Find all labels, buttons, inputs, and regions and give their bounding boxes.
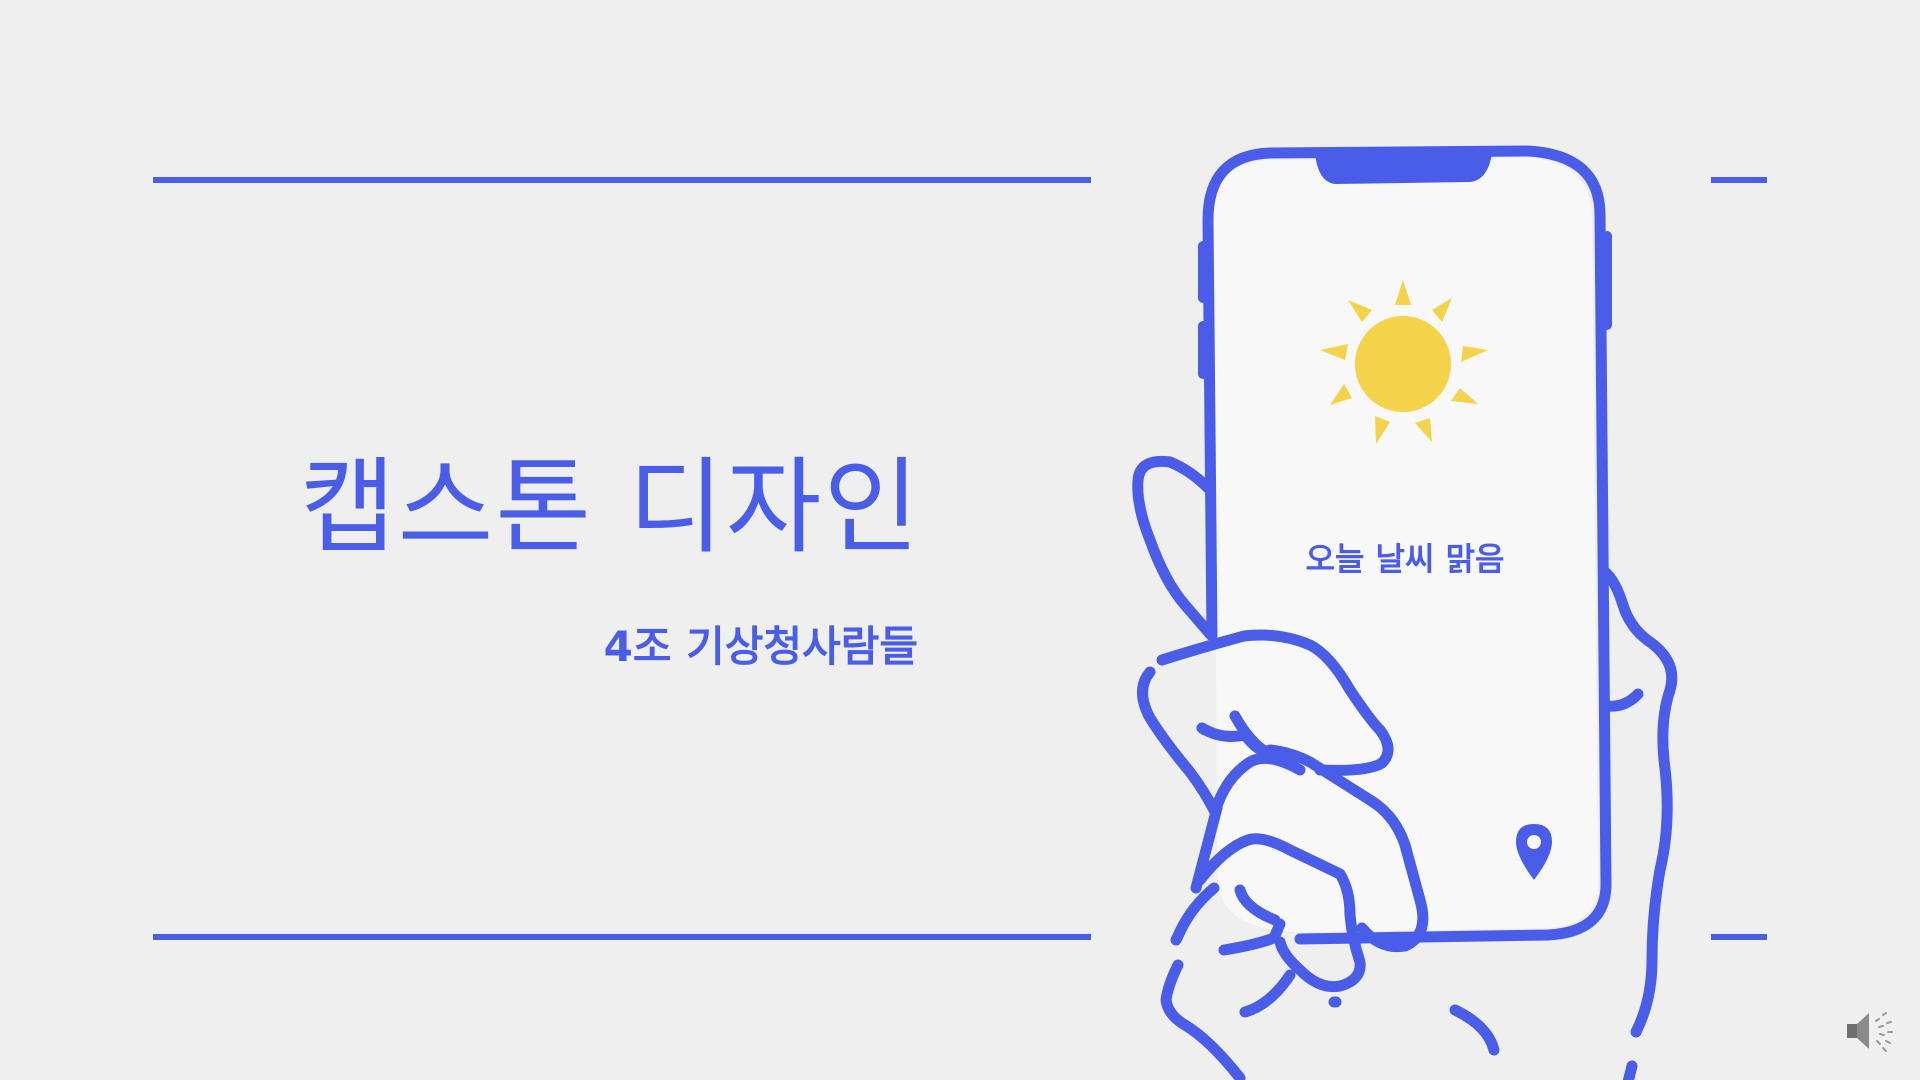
top-left-divider <box>153 177 1091 183</box>
slide-title: 캡스톤 디자인 <box>300 446 922 568</box>
top-right-divider <box>1711 177 1767 183</box>
phone-notch <box>1315 153 1492 184</box>
phone-screen-weather-text: 오늘 날씨 맑음 <box>1305 540 1505 578</box>
bottom-left-divider <box>153 934 1091 940</box>
slide-subtitle: 4조 기상청사람들 <box>603 622 918 671</box>
hand-holding-phone-illustration <box>1132 145 1678 1080</box>
speaker-icon[interactable] <box>1843 1007 1895 1055</box>
presentation-slide: 캡스톤 디자인 4조 기상청사람들 오늘 날씨 맑음 <box>0 0 1920 1080</box>
bottom-right-divider <box>1711 934 1767 940</box>
